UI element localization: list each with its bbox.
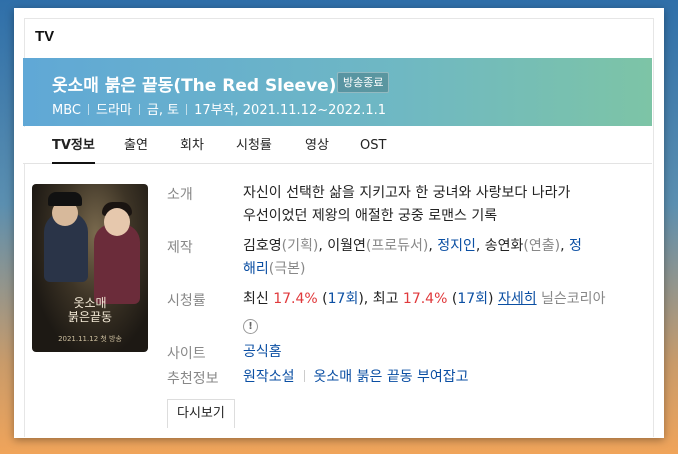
producer-2: 이월연	[327, 238, 366, 254]
production-line2: 해리(극본)	[243, 258, 643, 281]
status-badge: 방송종료	[337, 72, 390, 93]
intro-text-line1: 자신이 선택한 삶을 지키고자 한 궁녀와 사랑보다 나라가	[243, 185, 571, 201]
best-rating-value: 17.4%	[402, 291, 448, 307]
paren-close: ),	[358, 291, 373, 307]
intro-text: 자신이 선택한 삶을 지키고자 한 궁녀와 사랑보다 나라가 우선이었던 제왕의…	[243, 182, 643, 228]
poster-date: 2021.11.12 첫 방송	[58, 335, 122, 343]
meta-genre: 드라마	[95, 103, 132, 118]
poster-title-line1: 옷소매	[73, 296, 107, 310]
show-poster-image[interactable]: 옷소매 붉은끝동 2021.11.12 첫 방송	[32, 184, 148, 352]
poster-title: 옷소매 붉은끝동	[32, 296, 148, 324]
best-rating-label: 최고	[372, 291, 403, 307]
poster-title-line2: 붉은끝동	[67, 310, 113, 324]
intro-label: 소개	[167, 187, 193, 203]
ratings-source: 닐슨코리아	[536, 291, 606, 307]
poster-figure-court-lady	[94, 224, 140, 304]
ratings-line2: !	[243, 314, 643, 337]
director-2-role: (연출)	[523, 238, 561, 254]
credit-separator: ,	[318, 238, 328, 254]
site-value: 공식홈	[243, 341, 282, 364]
warning-icon[interactable]: !	[243, 319, 258, 334]
recommend-divider	[303, 370, 305, 382]
director-1-link[interactable]: 정지인	[437, 238, 476, 254]
tab-ratings[interactable]: 시청률	[236, 127, 272, 163]
show-header-banner: 옷소매 붉은 끝동(The Red Sleeve) 방송종료 MBC 드라마 금, …	[23, 58, 652, 126]
credit-separator: ,	[428, 238, 438, 254]
tab-ost[interactable]: OST	[360, 127, 386, 163]
latest-rating-episode: 17회	[327, 291, 359, 307]
director-2: 송연화	[484, 238, 524, 254]
recommend-original-novel-link[interactable]: 원작소설	[243, 369, 295, 385]
production-credits: 김호영(기획), 이월연(프로듀서), 정지인, 송연화(연출), 정 해리(극…	[243, 235, 643, 281]
site-label: 사이트	[167, 346, 206, 362]
meta-air-days: 금, 토	[146, 103, 180, 118]
meta-episodes-dates: 17부작, 2021.11.12~2022.1.1	[194, 103, 387, 118]
tab-bar: TV정보 출연 회차 시청률 영상 OST	[23, 127, 652, 164]
show-title[interactable]: 옷소매 붉은 끝동(The Red Sleeve)	[52, 71, 336, 96]
best-rating-episode: 17회	[457, 291, 489, 307]
producer-1: 김호영	[243, 238, 282, 254]
paren-open: (	[317, 291, 328, 307]
section-title: TV	[35, 28, 55, 45]
ratings-value: 최신 17.4% (17회), 최고 17.4% (17회) 자세히 닐슨코리아…	[243, 288, 643, 337]
recommend-value: 원작소설 옷소매 붉은 끝동 부여잡고	[243, 366, 469, 389]
poster-hat	[48, 192, 82, 206]
official-site-link[interactable]: 공식홈	[243, 344, 282, 360]
latest-rating-label: 최신	[243, 291, 274, 307]
writer-link-part2[interactable]: 해리	[243, 261, 269, 277]
recommend-book-link[interactable]: 옷소매 붉은 끝동 부여잡고	[314, 369, 469, 385]
meta-divider	[186, 104, 188, 115]
paren-close: )	[488, 291, 498, 307]
ratings-label: 시청률	[167, 293, 206, 309]
production-label: 제작	[167, 240, 193, 256]
recommend-label: 추천정보	[167, 371, 219, 387]
tab-episodes[interactable]: 회차	[180, 127, 204, 163]
latest-rating-value: 17.4%	[273, 291, 318, 307]
show-meta: MBC 드라마 금, 토 17부작, 2021.11.12~2022.1.1	[52, 99, 386, 118]
replay-button[interactable]: 다시보기	[167, 399, 235, 428]
ratings-line1: 최신 17.4% (17회), 최고 17.4% (17회) 자세히 닐슨코리아	[243, 288, 643, 311]
meta-divider	[138, 104, 140, 115]
meta-broadcaster: MBC	[52, 103, 81, 118]
production-line1: 김호영(기획), 이월연(프로듀서), 정지인, 송연화(연출), 정	[243, 235, 643, 258]
credit-separator: ,	[560, 238, 570, 254]
producer-2-role: (프로듀서)	[365, 238, 429, 254]
intro-text-line2: 우선이었던 제왕의 애절한 궁중 로맨스 기록	[243, 208, 498, 224]
poster-face-court-lady	[104, 208, 130, 236]
paren-open: (	[447, 291, 458, 307]
tab-tv-info[interactable]: TV정보	[52, 127, 95, 164]
credit-separator: ,	[475, 238, 485, 254]
tab-videos[interactable]: 영상	[305, 127, 329, 163]
writer-link-part1[interactable]: 정	[569, 238, 582, 254]
producer-1-role: (기획)	[281, 238, 319, 254]
meta-divider	[87, 104, 89, 115]
writer-role: (극본)	[268, 261, 306, 277]
ratings-detail-link[interactable]: 자세히	[498, 291, 537, 307]
tab-cast[interactable]: 출연	[124, 127, 148, 163]
